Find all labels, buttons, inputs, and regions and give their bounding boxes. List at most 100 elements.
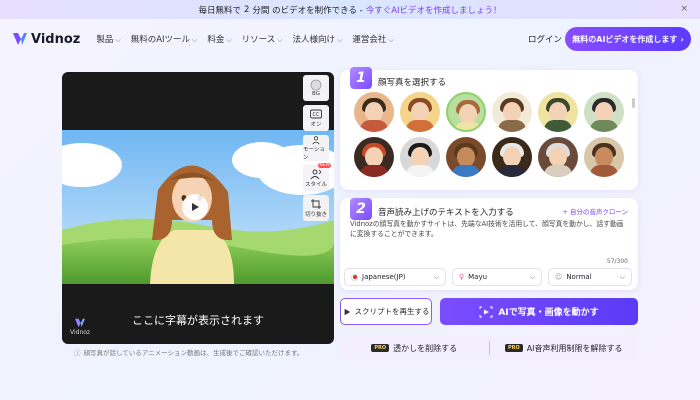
style-tool-button[interactable]: NEW スタイル	[303, 163, 331, 191]
subtitle-text: ここに字幕が表示されます	[132, 314, 264, 327]
brand-logo[interactable]: Vidnoz	[12, 32, 80, 47]
menu-label: 法人様向け	[292, 35, 336, 45]
chevron-down-icon: ⌵	[433, 272, 439, 281]
step2-title: 音声読み上げのテキストを入力する	[378, 208, 514, 218]
crop-tool-button[interactable]: 切り抜き	[303, 195, 329, 221]
step1-panel: 1 顔写真を選択する	[340, 67, 638, 190]
announce-text-before: 毎日無料で	[198, 5, 241, 16]
smile-icon: ☺	[555, 273, 563, 281]
chevron-down-icon: ⌵	[277, 36, 283, 44]
menu-item-resources[interactable]: リソース ⌵	[242, 33, 283, 45]
menu-item-free-ai-tools[interactable]: 無料のAIツール ⌵	[131, 33, 198, 45]
brand-name: Vidnoz	[31, 31, 81, 47]
char-counter: 57/300	[606, 258, 628, 265]
pro-actions-bar: PRO 透かしを削除する PRO AI音声利用制限を解除する	[340, 335, 638, 361]
video-frame-icon	[479, 306, 493, 317]
main-menu: 製品 ⌵ 無料のAIツール ⌵ 料金 ⌵ リソース ⌵ 法人様向け ⌵ 運営会社 ⌵	[96, 33, 393, 45]
announce-text-mid: 分間 のビデオを制作できる -	[252, 5, 363, 16]
video-side-tools: BG CC オン モーション NEW スタイル 切り抜き	[303, 75, 331, 225]
cc-icon: CC	[310, 109, 322, 119]
play-button[interactable]	[182, 194, 208, 220]
style-icon	[310, 169, 322, 180]
menu-item-business[interactable]: 法人様向け ⌵	[293, 33, 343, 45]
chevron-down-icon: ⌵	[388, 36, 394, 44]
chevron-down-icon: ⌵	[192, 36, 198, 44]
avatar-option[interactable]	[492, 137, 532, 177]
announce-number: 2	[243, 4, 250, 15]
chevron-down-icon: ⌵	[115, 36, 121, 44]
avatar-option[interactable]	[492, 92, 532, 132]
voice-clone-link[interactable]: + 自分の音声クローン	[562, 206, 628, 216]
avatar-grid	[354, 92, 624, 182]
watermark-label: Vidnoz	[70, 329, 91, 336]
avatar-option[interactable]	[584, 92, 624, 132]
pro-badge: PRO	[371, 344, 390, 352]
top-nav: Vidnoz 製品 ⌵ 無料のAIツール ⌵ 料金 ⌵ リソース ⌵ 法人様向け ⌵ 運営…	[0, 19, 700, 59]
play-script-button[interactable]: スクリプトを再生する	[340, 298, 432, 325]
chevron-down-icon: ⌵	[226, 36, 232, 44]
avatar-option[interactable]	[400, 137, 440, 177]
avatar-option[interactable]	[354, 137, 394, 177]
unlock-voice-button[interactable]: PRO AI音声利用制限を解除する	[490, 343, 639, 354]
svg-text:CC: CC	[313, 112, 320, 118]
remove-watermark-label: 透かしを削除する	[393, 343, 458, 353]
japan-flag-icon	[351, 273, 358, 281]
vidnoz-watermark: Vidnoz	[70, 318, 90, 336]
login-link[interactable]: ログイン	[528, 33, 562, 45]
vidnoz-logo-icon	[13, 33, 27, 45]
language-select[interactable]: Japanese(JP) ⌵	[344, 268, 446, 286]
voice-value: Mayu	[468, 273, 488, 281]
chevron-right-icon: ›	[680, 34, 684, 44]
announce-link[interactable]: 今すぐAIビデオを作成しましょう！	[366, 4, 502, 16]
announcement-bar: 毎日無料で 2 分間 のビデオを制作できる - 今すぐAIビデオを作成しましょう…	[0, 0, 700, 19]
tts-textarea[interactable]: Vidnozの顔写真を動かすサイトは、先端なAI技術を活用して、顔写真を動かし、…	[350, 220, 630, 240]
info-icon: ⓘ	[74, 349, 81, 357]
tool-label: 切り抜き	[304, 212, 327, 218]
tool-label: BG	[312, 91, 320, 97]
menu-item-company[interactable]: 運営会社 ⌵	[352, 33, 393, 45]
motion-tool-button[interactable]: モーション	[303, 135, 329, 161]
animate-label: AIで写真・画像を動かす	[498, 308, 599, 318]
play-icon	[192, 203, 199, 211]
avatar-option[interactable]	[446, 92, 486, 132]
step1-title: 顔写真を選択する	[378, 78, 447, 88]
caption-tool-button[interactable]: CC オン	[303, 105, 329, 131]
tool-label: モーション	[303, 147, 325, 161]
menu-item-pricing[interactable]: 料金 ⌵	[207, 33, 231, 45]
voice-select[interactable]: ♀ Mayu ⌵	[452, 268, 542, 286]
cta-label: 無料のAIビデオを作成します	[572, 34, 678, 44]
menu-item-products[interactable]: 製品 ⌵	[96, 33, 120, 45]
bg-tool-button[interactable]: BG	[303, 75, 329, 101]
menu-label: 無料のAIツール	[130, 35, 191, 45]
motion-icon	[312, 136, 320, 145]
avatar-option[interactable]	[584, 137, 624, 177]
close-icon[interactable]: ×	[680, 4, 688, 14]
avatar-scrollbar[interactable]	[632, 98, 635, 108]
style-value: Normal	[566, 273, 592, 281]
avatar-option[interactable]	[446, 137, 486, 177]
step2-panel: 2 音声読み上げのテキストを入力する + 自分の音声クローン Vidnozの顔写…	[340, 198, 638, 290]
remove-watermark-button[interactable]: PRO 透かしを削除する	[340, 343, 489, 354]
menu-label: 料金	[207, 35, 225, 45]
note-text: 顔写真が話しているアニメーション動画は、生成後でご確認いただけます。	[83, 349, 304, 357]
chevron-down-icon: ⌵	[337, 36, 343, 44]
video-preview: ここに字幕が表示されます Vidnoz	[62, 72, 334, 344]
menu-label: 運営会社	[352, 35, 387, 45]
create-video-button[interactable]: 無料のAIビデオを作成します ›	[565, 27, 691, 51]
avatar-option[interactable]	[538, 92, 578, 132]
avatar-option[interactable]	[354, 92, 394, 132]
chevron-down-icon: ⌵	[619, 272, 625, 281]
tool-label: オン	[310, 122, 322, 128]
step2-number: 2	[350, 198, 372, 220]
new-badge: NEW	[318, 163, 331, 168]
avatar-option[interactable]	[538, 137, 578, 177]
chevron-down-icon: ⌵	[529, 272, 535, 281]
vidnoz-logo-icon	[75, 318, 86, 328]
avatar-option[interactable]	[400, 92, 440, 132]
tool-label: スタイル	[304, 182, 327, 188]
step1-number: 1	[350, 67, 372, 89]
style-select[interactable]: ☺ Normal ⌵	[548, 268, 632, 286]
crop-icon	[311, 199, 321, 209]
animate-photo-button[interactable]: AIで写真・画像を動かす	[440, 298, 638, 325]
language-value: Japanese(JP)	[362, 273, 406, 281]
